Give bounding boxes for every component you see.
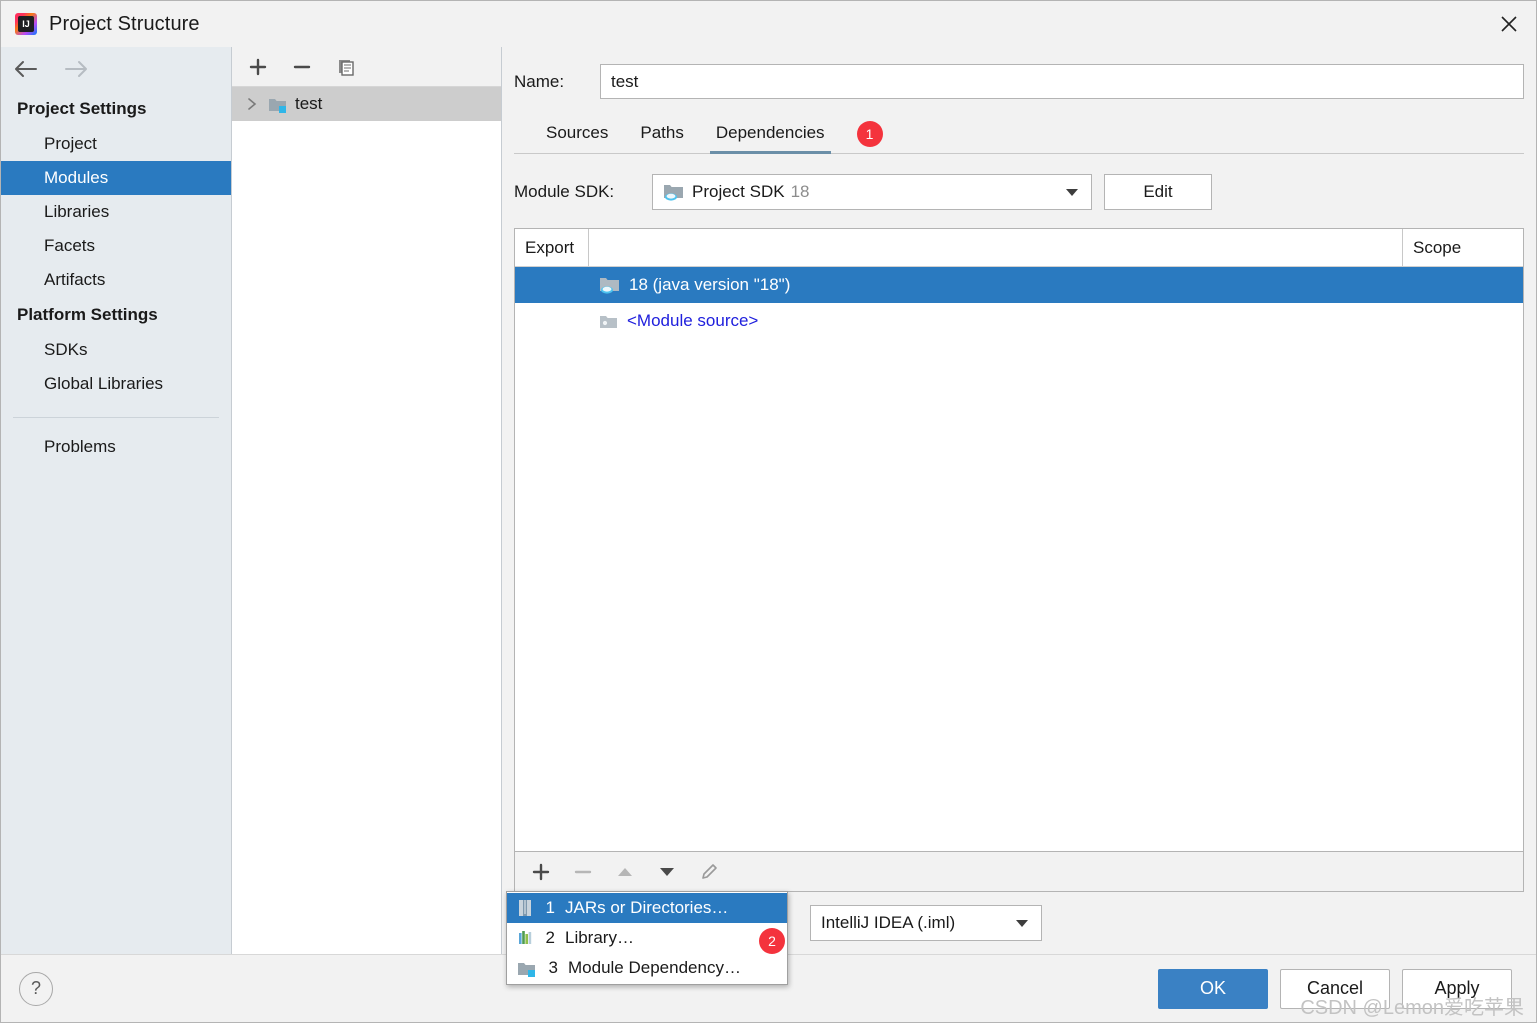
- sidebar-item-sdks[interactable]: SDKs: [1, 333, 231, 367]
- table-row[interactable]: <Module source>: [515, 303, 1523, 339]
- sidebar-nav: [1, 47, 231, 91]
- tab-dependencies[interactable]: Dependencies: [700, 117, 841, 154]
- module-folder-icon: [517, 960, 536, 977]
- column-header-scope[interactable]: Scope: [1403, 229, 1523, 266]
- sidebar-item-global-libraries[interactable]: Global Libraries: [1, 367, 231, 401]
- sidebar-item-facets[interactable]: Facets: [1, 229, 231, 263]
- module-tree-toolbar: [232, 47, 501, 87]
- sidebar-item-problems[interactable]: Problems: [1, 430, 231, 464]
- minus-icon[interactable]: [288, 53, 316, 81]
- step-badge-1: 1: [856, 121, 883, 147]
- dependencies-toolbar: [514, 852, 1524, 892]
- menu-item-label: Module Dependency…: [568, 958, 741, 977]
- dialog-body: Project Settings Project Modules Librari…: [1, 47, 1536, 985]
- table-header: Export Scope: [515, 229, 1523, 267]
- dependencies-table: Export Scope 18 (java version "18") <Mod…: [514, 228, 1524, 852]
- module-sdk-row: Module SDK: Project SDK 18 Edit: [514, 174, 1524, 210]
- question-mark-icon[interactable]: ?: [19, 971, 53, 1006]
- pencil-icon[interactable]: [695, 858, 723, 886]
- copy-icon[interactable]: [332, 53, 360, 81]
- sdk-folder-icon: [599, 276, 620, 294]
- plus-icon[interactable]: [244, 53, 272, 81]
- module-editor: Name: Sources Paths Dependencies 1 Modul…: [502, 47, 1536, 985]
- sdk-folder-icon: [663, 183, 684, 201]
- minus-icon[interactable]: [569, 858, 597, 886]
- arrow-up-icon[interactable]: [611, 858, 639, 886]
- arrow-left-icon[interactable]: [13, 57, 41, 81]
- ok-button[interactable]: OK: [1158, 968, 1268, 1009]
- column-header-export[interactable]: Export: [515, 229, 589, 266]
- table-row[interactable]: 18 (java version "18"): [515, 267, 1523, 303]
- apply-button[interactable]: Apply: [1402, 968, 1512, 1009]
- menu-item-library[interactable]: 2 Library…: [507, 923, 787, 953]
- chevron-right-icon[interactable]: [244, 97, 260, 111]
- sidebar-group-project-settings: Project Settings: [17, 99, 147, 118]
- tree-row-label: test: [295, 94, 323, 113]
- title-bar: IJ Project Structure: [1, 1, 1536, 47]
- module-source-icon: [599, 313, 618, 330]
- library-icon: [517, 929, 533, 947]
- sidebar-item-modules[interactable]: Modules: [1, 161, 231, 195]
- module-sdk-combo[interactable]: Project SDK 18: [652, 174, 1092, 210]
- module-folder-icon: [268, 96, 287, 113]
- menu-item-number: 1: [545, 898, 555, 917]
- sidebar-item-project[interactable]: Project: [1, 127, 231, 161]
- dependency-label: <Module source>: [627, 311, 759, 330]
- close-icon[interactable]: [1482, 1, 1536, 47]
- name-row: Name:: [514, 64, 1524, 99]
- sidebar-divider: [13, 417, 219, 418]
- menu-item-label: Library…: [565, 928, 634, 947]
- dependency-name-cell: 18 (java version "18"): [589, 275, 1403, 295]
- module-sdk-label: Module SDK:: [514, 182, 615, 201]
- plus-icon[interactable]: [527, 858, 555, 886]
- window-title: Project Structure: [49, 12, 200, 35]
- arrow-right-icon[interactable]: [61, 57, 89, 81]
- tree-row-test[interactable]: test: [232, 87, 501, 121]
- tab-sources[interactable]: Sources: [530, 117, 624, 153]
- settings-sidebar: Project Settings Project Modules Librari…: [1, 47, 232, 954]
- arrow-down-icon[interactable]: [653, 858, 681, 886]
- module-tree-rows: test: [232, 87, 501, 954]
- menu-item-number: 2: [545, 928, 555, 947]
- sidebar-item-artifacts[interactable]: Artifacts: [1, 263, 231, 297]
- menu-item-label: JARs or Directories…: [565, 898, 729, 917]
- module-format-value: IntelliJ IDEA (.iml): [821, 913, 956, 932]
- module-sdk-version: 18: [790, 182, 810, 201]
- jar-icon: [517, 899, 533, 917]
- dialog-buttons: OK Cancel Apply: [1158, 968, 1512, 1009]
- add-dependency-menu: 1 JARs or Directories… 2 Library… 3 Modu…: [506, 891, 788, 985]
- dependency-name-cell: <Module source>: [589, 311, 1403, 331]
- chevron-down-icon[interactable]: [1065, 182, 1079, 202]
- project-structure-dialog: IJ Project Structure Project Settings Pr…: [0, 0, 1537, 1023]
- tab-paths[interactable]: Paths: [624, 117, 699, 153]
- intellij-idea-logo-icon: IJ: [15, 13, 37, 35]
- menu-item-module-dependency[interactable]: 3 Module Dependency…: [507, 953, 787, 983]
- sidebar-item-libraries[interactable]: Libraries: [1, 195, 231, 229]
- step-badge-2: 2: [759, 928, 785, 954]
- menu-item-number: 3: [548, 958, 558, 977]
- module-tree-panel: test: [232, 47, 502, 954]
- name-label: Name:: [514, 71, 565, 91]
- sidebar-group-platform-settings: Platform Settings: [17, 305, 158, 324]
- edit-sdk-button[interactable]: Edit: [1104, 174, 1212, 210]
- menu-item-jars-or-directories[interactable]: 1 JARs or Directories…: [507, 893, 787, 923]
- column-header-name[interactable]: [589, 229, 1403, 266]
- cancel-button[interactable]: Cancel: [1280, 968, 1390, 1009]
- name-input[interactable]: [600, 64, 1524, 99]
- module-tabs: Sources Paths Dependencies 1: [514, 117, 1524, 154]
- module-sdk-value: Project SDK: [692, 182, 785, 201]
- module-format-combo[interactable]: IntelliJ IDEA (.iml): [810, 905, 1042, 941]
- table-body: 18 (java version "18") <Module source>: [515, 267, 1523, 851]
- chevron-down-icon[interactable]: [1015, 913, 1029, 933]
- dependency-label: 18 (java version "18"): [629, 275, 791, 294]
